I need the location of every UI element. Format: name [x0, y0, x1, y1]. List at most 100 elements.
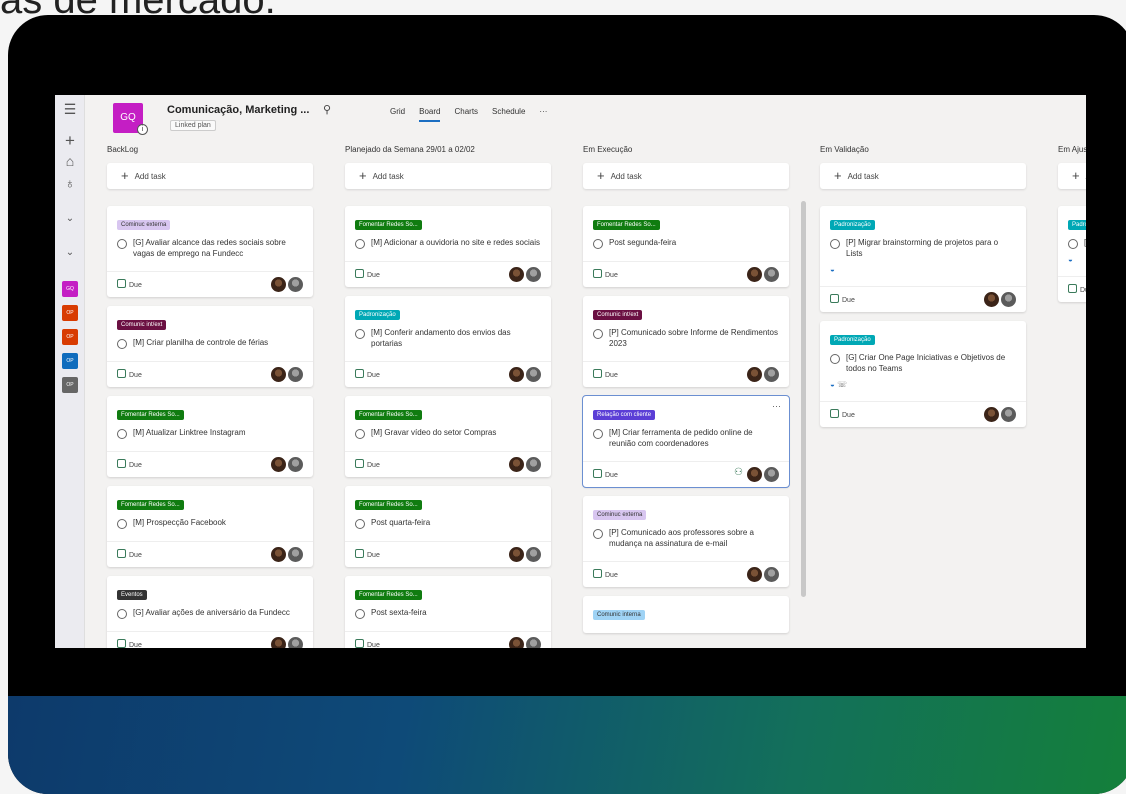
avatar[interactable]	[509, 267, 524, 282]
complete-checkbox[interactable]	[593, 429, 603, 439]
avatar[interactable]	[271, 277, 286, 292]
info-icon[interactable]: i	[137, 124, 148, 135]
due-date[interactable]: Due	[355, 549, 380, 559]
task-card[interactable]: Cominuc externa [P] Comunicado aos profes…	[583, 496, 789, 587]
assign-icon[interactable]: ⚇	[734, 467, 743, 482]
due-date[interactable]: Due	[830, 294, 855, 304]
avatar[interactable]	[1001, 292, 1016, 307]
pin-icon[interactable]: ⚲	[323, 103, 331, 116]
add-task-button[interactable]: +Add task	[345, 163, 551, 189]
avatar[interactable]	[271, 457, 286, 472]
rail-plan-op-3[interactable]: OP	[62, 353, 78, 369]
column-scrollbar[interactable]	[801, 201, 806, 597]
task-title[interactable]: [M] Conferir andamento dos envios das po…	[371, 327, 541, 349]
people-icon[interactable]: ♁	[55, 175, 85, 191]
due-date[interactable]: Due	[117, 639, 142, 648]
task-card[interactable]: Comunic int/ext [P] Comunicado sobre Info…	[583, 296, 789, 387]
complete-checkbox[interactable]	[830, 239, 840, 249]
task-title[interactable]: [M] Prospecção Facebook	[133, 517, 226, 528]
due-date[interactable]: Due	[593, 269, 618, 279]
bucket-title[interactable]: BackLog	[107, 145, 313, 163]
avatar[interactable]	[509, 637, 524, 648]
task-title[interactable]: [P] va	[1084, 237, 1086, 248]
more-options-icon[interactable]: ···	[772, 401, 781, 411]
chevron-down-icon[interactable]: ⌄	[55, 213, 85, 224]
avatar[interactable]	[288, 367, 303, 382]
add-task-button[interactable]: +Add task	[1058, 163, 1086, 189]
tab-schedule[interactable]: Schedule	[492, 107, 525, 122]
due-date[interactable]: Due	[117, 549, 142, 559]
due-date[interactable]: Due	[117, 369, 142, 379]
task-card[interactable]: Fomentar Redes So... Post sexta-feira Due	[345, 576, 551, 648]
task-title[interactable]: [M] Gravar vídeo do setor Compras	[371, 427, 496, 438]
task-card[interactable]: Cominuc externa [G] Avaliar alcance das r…	[107, 206, 313, 297]
task-card[interactable]: Fomentar Redes So... [M] Adicionar a ouvi…	[345, 206, 551, 287]
task-title[interactable]: [G] Avaliar ações de aniversário da Fund…	[133, 607, 290, 618]
complete-checkbox[interactable]	[117, 239, 127, 249]
plus-icon[interactable]: +	[55, 131, 85, 151]
task-title[interactable]: Post quarta-feira	[371, 517, 430, 528]
task-card[interactable]: Padronização [G] Criar One Page Iniciativ…	[820, 321, 1026, 427]
due-date[interactable]: Due	[355, 639, 380, 648]
avatar[interactable]	[526, 637, 541, 648]
complete-checkbox[interactable]	[355, 519, 365, 529]
task-card[interactable]: Eventos [G] Avaliar ações de aniversário …	[107, 576, 313, 648]
task-card[interactable]: Fomentar Redes So... Post segunda-feira Du…	[583, 206, 789, 287]
bucket-title[interactable]: Em Validação	[820, 145, 1026, 163]
avatar[interactable]	[288, 637, 303, 648]
avatar[interactable]	[526, 367, 541, 382]
due-date[interactable]: Due	[355, 369, 380, 379]
complete-checkbox[interactable]	[593, 239, 603, 249]
complete-checkbox[interactable]	[117, 429, 127, 439]
avatar[interactable]	[288, 277, 303, 292]
task-title[interactable]: Post segunda-feira	[609, 237, 676, 248]
task-card[interactable]: Padro [P] va ◒ Due	[1058, 206, 1086, 302]
due-date[interactable]: Due	[593, 469, 618, 479]
avatar[interactable]	[747, 267, 762, 282]
avatar[interactable]	[1001, 407, 1016, 422]
avatar[interactable]	[526, 547, 541, 562]
add-task-button[interactable]: +Add task	[820, 163, 1026, 189]
tab-charts[interactable]: Charts	[454, 107, 478, 122]
avatar[interactable]	[509, 367, 524, 382]
task-title[interactable]: Post sexta-feira	[371, 607, 427, 618]
complete-checkbox[interactable]	[355, 609, 365, 619]
rail-plan-op-2[interactable]: OP	[62, 329, 78, 345]
due-date[interactable]: Due	[117, 279, 142, 289]
add-task-button[interactable]: +Add task	[583, 163, 789, 189]
avatar[interactable]	[509, 457, 524, 472]
task-card[interactable]: ··· Relação com cliente [M] Criar ferramen…	[582, 395, 790, 488]
due-date[interactable]: Due	[355, 269, 380, 279]
task-title[interactable]: [P] Comunicado aos professores sobre a m…	[609, 527, 779, 549]
add-task-button[interactable]: +Add task	[107, 163, 313, 189]
avatar[interactable]	[764, 367, 779, 382]
avatar[interactable]	[764, 267, 779, 282]
task-title[interactable]: [G] Avaliar alcance das redes sociais so…	[133, 237, 303, 259]
chevron-down-icon[interactable]: ⌄	[55, 247, 85, 258]
complete-checkbox[interactable]	[355, 429, 365, 439]
avatar[interactable]	[288, 547, 303, 562]
task-title[interactable]: [M] Atualizar Linktree Instagram	[133, 427, 246, 438]
task-card[interactable]: Comunic interna	[583, 596, 789, 633]
task-title[interactable]: [P] Migrar brainstorming de projetos par…	[846, 237, 1016, 259]
rail-plan-op-4[interactable]: OP	[62, 377, 78, 393]
complete-checkbox[interactable]	[117, 609, 127, 619]
task-title[interactable]: [M] Criar ferramenta de pedido online de…	[609, 427, 779, 449]
complete-checkbox[interactable]	[117, 339, 127, 349]
avatar[interactable]	[764, 567, 779, 582]
avatar[interactable]	[526, 267, 541, 282]
avatar[interactable]	[747, 367, 762, 382]
task-card[interactable]: Fomentar Redes So... [M] Atualizar Linktr…	[107, 396, 313, 477]
due-date[interactable]: Due	[117, 459, 142, 469]
avatar[interactable]	[271, 367, 286, 382]
task-title[interactable]: [G] Criar One Page Iniciativas e Objetiv…	[846, 352, 1016, 374]
bucket-title[interactable]: Em Execução	[583, 145, 789, 163]
task-card[interactable]: Comunic int/ext [M] Criar planilha de con…	[107, 306, 313, 387]
bucket-title[interactable]: Planejado da Semana 29/01 a 02/02	[345, 145, 551, 163]
task-card[interactable]: Padronização [P] Migrar brainstorming de …	[820, 206, 1026, 312]
rail-plan-op-1[interactable]: OP	[62, 305, 78, 321]
task-card[interactable]: Fomentar Redes So... Post quarta-feira Due	[345, 486, 551, 567]
complete-checkbox[interactable]	[355, 329, 365, 339]
avatar[interactable]	[984, 407, 999, 422]
due-date[interactable]: Due	[1068, 284, 1086, 294]
